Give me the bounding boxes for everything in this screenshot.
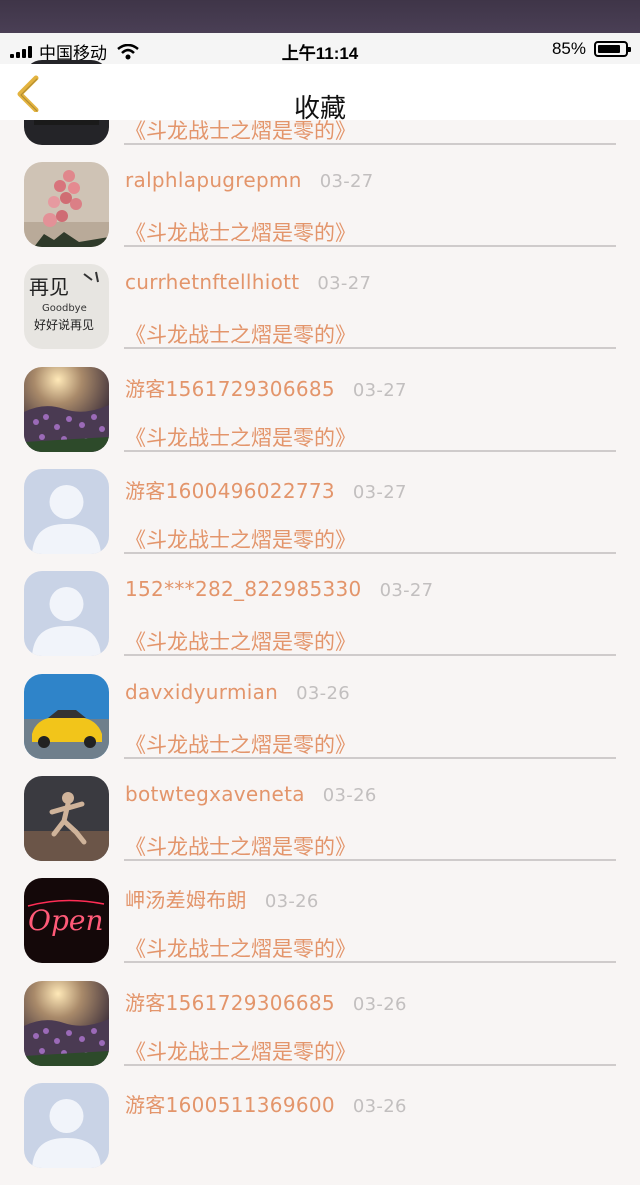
favorite-title-link[interactable]: 《斗龙战士之熠是零的》 [125, 422, 356, 452]
username-text: 游客1561729306685 [125, 991, 335, 1015]
favorite-title-link[interactable]: 《斗龙战士之熠是零的》 [125, 933, 356, 963]
avatar[interactable] [24, 367, 109, 452]
list-item[interactable]: ralphlapugrepmn 03-27 《斗龙战士之熠是零的》 [0, 162, 640, 264]
list-item[interactable]: botwtegxaveneta 03-26 《斗龙战士之熠是零的》 [0, 776, 640, 878]
avatar[interactable] [24, 776, 109, 861]
divider [124, 450, 616, 452]
avatar[interactable] [24, 674, 109, 759]
avatar[interactable] [24, 162, 109, 247]
avatar[interactable] [24, 469, 109, 554]
username[interactable]: 游客1561729306685 03-27 [125, 373, 407, 402]
date: 03-27 [352, 482, 407, 503]
username[interactable]: 152***282_822985330 03-27 [125, 577, 433, 601]
date: 03-26 [352, 994, 407, 1015]
avatar[interactable] [24, 981, 109, 1066]
username[interactable]: 岬汤差姆布朗 03-26 [125, 884, 319, 913]
svg-text:好好说再见: 好好说再见 [34, 317, 94, 332]
divider [124, 143, 616, 145]
date: 03-27 [319, 171, 374, 192]
date: 03-26 [264, 891, 319, 912]
favorites-list: 《斗龙战士之熠是零的》 ralphlapugrepmn 03-27 《斗龙战士之熠是… [0, 0, 640, 1168]
username-text: 152***282_822985330 [125, 577, 362, 601]
divider [124, 961, 616, 963]
date: 03-26 [296, 683, 350, 704]
avatar[interactable]: Open [24, 878, 109, 963]
username[interactable]: currhetnftellhiott 03-27 [125, 270, 371, 294]
list-item[interactable]: 游客1561729306685 03-26 《斗龙战士之熠是零的》 [0, 981, 640, 1083]
favorite-title-link[interactable]: 《斗龙战士之熠是零的》 [125, 831, 356, 861]
divider [124, 757, 616, 759]
favorite-title-link[interactable]: 《斗龙战士之熠是零的》 [125, 1036, 356, 1066]
date: 03-26 [322, 785, 377, 806]
username-text: davxidyurmian [125, 680, 279, 704]
list-item[interactable]: 游客1600496022773 03-27 《斗龙战士之熠是零的》 [0, 469, 640, 571]
username[interactable]: botwtegxaveneta 03-26 [125, 782, 377, 806]
avatar[interactable]: 再见 Goodbye 好好说再见 [24, 264, 109, 349]
username[interactable]: 游客1600496022773 03-27 [125, 475, 407, 504]
username[interactable]: 游客1561729306685 03-26 [125, 987, 407, 1016]
divider [124, 552, 616, 554]
svg-text:Goodbye: Goodbye [42, 303, 87, 314]
favorite-title-link[interactable]: 《斗龙战士之熠是零的》 [125, 626, 356, 656]
divider [124, 245, 616, 247]
username-text: 游客1600496022773 [125, 479, 335, 503]
username[interactable]: ralphlapugrepmn 03-27 [125, 168, 374, 192]
username[interactable]: davxidyurmian 03-26 [125, 680, 350, 704]
svg-text:Open: Open [28, 904, 103, 937]
date: 03-27 [352, 380, 407, 401]
favorite-title-link[interactable]: 《斗龙战士之熠是零的》 [125, 217, 356, 247]
favorite-title-link[interactable]: 《斗龙战士之熠是零的》 [125, 524, 356, 554]
divider [124, 654, 616, 656]
divider [124, 347, 616, 349]
username-text: 游客1600511369600 [125, 1093, 335, 1117]
list-item[interactable]: 游客1561729306685 03-27 《斗龙战士之熠是零的》 [0, 367, 640, 469]
list-item[interactable]: 游客1600511369600 03-26 [0, 1083, 640, 1185]
avatar[interactable] [24, 571, 109, 656]
date: 03-27 [379, 580, 434, 601]
favorite-title-link[interactable]: 《斗龙战士之熠是零的》 [125, 729, 356, 759]
username-text: botwtegxaveneta [125, 782, 305, 806]
date: 03-26 [352, 1096, 407, 1117]
list-item[interactable]: davxidyurmian 03-26 《斗龙战士之熠是零的》 [0, 674, 640, 776]
navigation-bar: 收藏 [0, 64, 640, 124]
date: 03-27 [317, 273, 372, 294]
username[interactable]: 游客1600511369600 03-26 [125, 1089, 407, 1118]
svg-text:再见: 再见 [29, 275, 69, 299]
username-text: 岬汤差姆布朗 [125, 888, 247, 912]
avatar[interactable] [24, 1083, 109, 1168]
divider [124, 859, 616, 861]
favorite-title-link[interactable]: 《斗龙战士之熠是零的》 [125, 319, 356, 349]
username-text: ralphlapugrepmn [125, 168, 302, 192]
list-item[interactable]: 再见 Goodbye 好好说再见 currhetnftellhiott 03-27 《斗… [0, 264, 640, 366]
list-item[interactable]: Open 岬汤差姆布朗 03-26 《斗龙战士之熠是零的》 [0, 878, 640, 980]
page-title: 收藏 [293, 94, 346, 124]
username-text: currhetnftellhiott [125, 270, 300, 294]
username-text: 游客1561729306685 [125, 377, 335, 401]
list-item[interactable]: 152***282_822985330 03-27 《斗龙战士之熠是零的》 [0, 571, 640, 673]
divider [124, 1064, 616, 1066]
